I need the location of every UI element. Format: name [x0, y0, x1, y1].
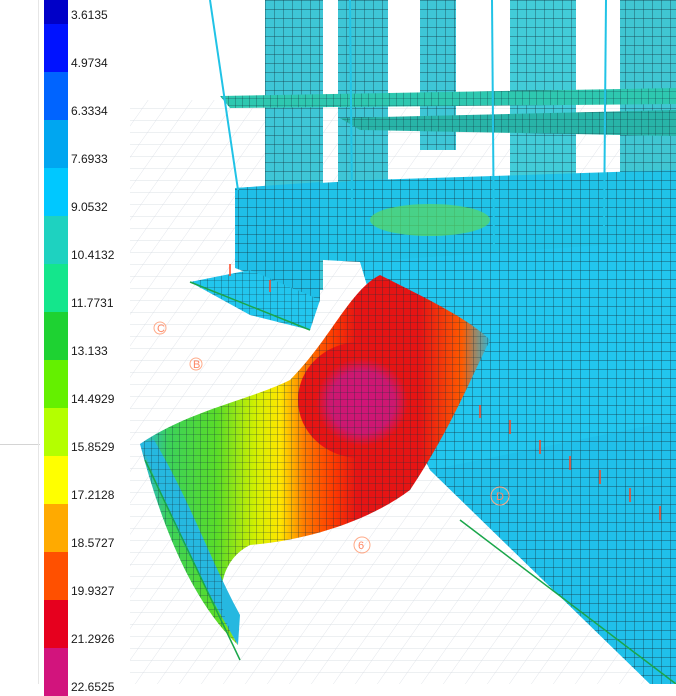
svg-text:6: 6	[358, 540, 364, 552]
legend-value: 22.6525	[71, 680, 115, 694]
legend-swatch	[44, 312, 68, 360]
legend-value: 14.4929	[71, 392, 115, 406]
legend-value: 15.8529	[71, 440, 115, 454]
svg-text:B: B	[193, 359, 200, 371]
legend-value: 4.9734	[71, 56, 108, 70]
legend-swatch	[44, 24, 68, 72]
legend-swatch	[44, 408, 68, 456]
legend-value: 7.6933	[71, 152, 108, 166]
panel-divider	[0, 444, 40, 445]
legend-swatch	[44, 72, 68, 120]
legend-swatch	[44, 216, 68, 264]
left-panel-edge	[0, 0, 40, 684]
legend-value: 10.4132	[71, 248, 115, 262]
legend-swatch	[44, 120, 68, 168]
legend-swatch	[44, 0, 68, 24]
legend-swatch	[44, 552, 68, 600]
legend-value: 3.6135	[71, 8, 108, 22]
svg-text:D: D	[496, 491, 504, 503]
legend-swatch	[44, 456, 68, 504]
legend-value: 17.2128	[71, 488, 115, 502]
legend-swatch	[44, 600, 68, 648]
svg-text:C: C	[157, 323, 165, 335]
legend-value: 21.2926	[71, 632, 115, 646]
panel-border	[38, 0, 39, 684]
legend-swatch	[44, 168, 68, 216]
legend-value: 9.0532	[71, 200, 108, 214]
legend-swatch	[44, 648, 68, 696]
legend-swatch	[44, 360, 68, 408]
contour-legend: 3.6135 4.9734 6.3334 7.6933 9.0532 10.4132 11.…	[40, 0, 130, 696]
legend-value: 19.9327	[71, 584, 115, 598]
legend-value: 6.3334	[71, 104, 108, 118]
legend-value: 18.5727	[71, 536, 115, 550]
legend-swatch	[44, 264, 68, 312]
legend-value: 13.133	[71, 344, 108, 358]
legend-swatch	[44, 504, 68, 552]
model-3d-viewport[interactable]: 6 C B D	[130, 0, 676, 684]
legend-value: 11.7731	[71, 296, 114, 310]
model-render: 6 C B D	[130, 0, 676, 684]
